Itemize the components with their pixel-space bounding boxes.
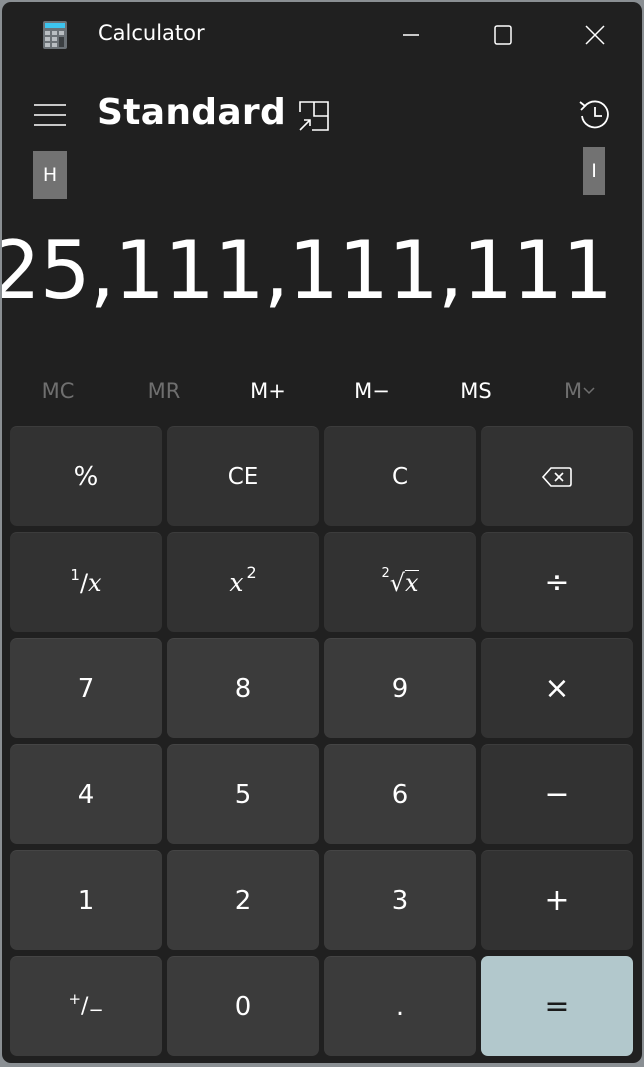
chevron-down-icon [583, 387, 595, 395]
radical-sign: √ [389, 568, 406, 597]
digit-3-button[interactable]: 3 [324, 850, 476, 950]
memory-store-button[interactable]: MS [424, 368, 528, 414]
calculator-app-icon [43, 21, 67, 49]
clear-button[interactable]: C [324, 426, 476, 526]
overlay-badge-h: H [33, 151, 67, 199]
keep-on-top-icon[interactable] [296, 98, 332, 134]
mode-title: Standard [97, 92, 287, 133]
decimal-button[interactable]: . [324, 956, 476, 1056]
memory-subtract-button[interactable]: M− [320, 368, 424, 414]
hamburger-menu-icon[interactable] [30, 98, 70, 132]
square-button[interactable]: x2 [167, 532, 319, 632]
digit-1-button[interactable]: 1 [10, 850, 162, 950]
square-root-button[interactable]: 2 √ x [324, 532, 476, 632]
digit-0-button[interactable]: 0 [167, 956, 319, 1056]
digit-8-button[interactable]: 8 [167, 638, 319, 738]
add-button[interactable]: + [481, 850, 633, 950]
result-display: 25,111,111,111 [2, 224, 613, 317]
digit-6-button[interactable]: 6 [324, 744, 476, 844]
digit-4-button[interactable]: 4 [10, 744, 162, 844]
square-base: x [229, 568, 244, 597]
memory-controls: MC MR M+ M− MS M [2, 368, 642, 414]
digit-9-button[interactable]: 9 [324, 638, 476, 738]
calculator-window: Calculator Standard H I 25,111,111,111 M… [2, 2, 642, 1063]
negate-button[interactable]: + / − [10, 956, 162, 1056]
backspace-button[interactable] [481, 426, 633, 526]
memory-recall-button[interactable]: MR [112, 368, 216, 414]
reciprocal-numerator: 1 [70, 565, 80, 584]
overlay-badge-i: I [583, 147, 605, 195]
memory-clear-button[interactable]: MC [6, 368, 110, 414]
memory-list-label: M [563, 379, 583, 403]
window-title: Calculator [98, 21, 205, 45]
reciprocal-slash: / [79, 568, 89, 597]
maximize-icon [494, 25, 512, 45]
subtract-button[interactable]: − [481, 744, 633, 844]
square-exponent: 2 [246, 563, 257, 582]
reciprocal-button[interactable]: 1/x [10, 532, 162, 632]
minimize-icon [403, 34, 419, 36]
backspace-icon [541, 466, 572, 487]
history-icon[interactable] [576, 96, 614, 134]
root-index: 2 [381, 566, 390, 581]
maximize-button[interactable] [480, 16, 526, 54]
memory-list-button[interactable]: M [528, 368, 632, 414]
negate-plus: + [68, 989, 82, 1008]
memory-add-button[interactable]: M+ [216, 368, 320, 414]
reciprocal-denominator: x [88, 568, 102, 597]
negate-slash: / [81, 994, 89, 1019]
digit-7-button[interactable]: 7 [10, 638, 162, 738]
percent-button[interactable]: % [10, 426, 162, 526]
radicand: x [405, 569, 419, 597]
equals-button[interactable]: = [481, 956, 633, 1056]
calculator-header: Standard [2, 82, 642, 152]
close-icon [585, 25, 605, 45]
negate-minus: − [88, 1000, 104, 1021]
digit-2-button[interactable]: 2 [167, 850, 319, 950]
multiply-button[interactable]: × [481, 638, 633, 738]
clear-entry-button[interactable]: CE [167, 426, 319, 526]
minimize-button[interactable] [388, 16, 434, 54]
divide-button[interactable]: ÷ [481, 532, 633, 632]
title-bar: Calculator [2, 2, 642, 68]
digit-5-button[interactable]: 5 [167, 744, 319, 844]
close-button[interactable] [572, 16, 618, 54]
